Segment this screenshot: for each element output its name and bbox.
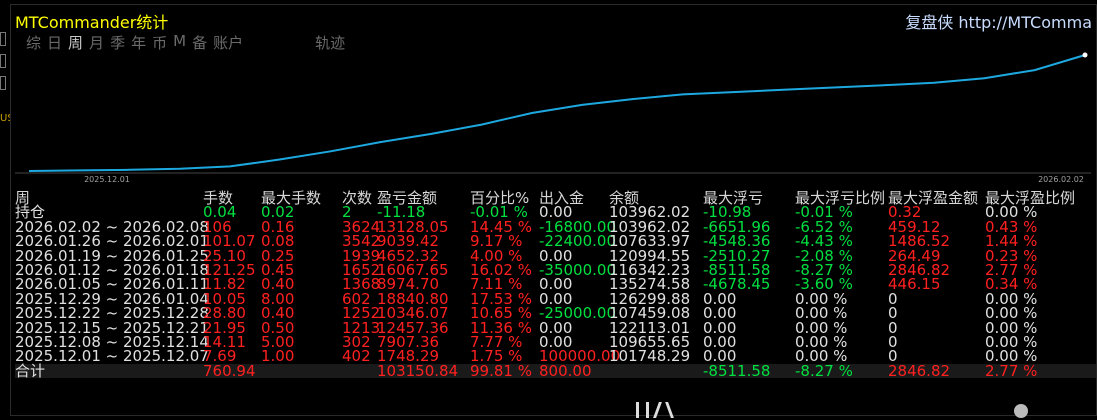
- left-edge-toolbar: [0, 30, 9, 110]
- cell-count: 402: [342, 347, 371, 366]
- stats-table: 周手数 最大手数 次数 盈亏金额 百分比% 出入金 余额 最大浮亏 最大浮亏比例 最大浮盈金额 最大…: [15, 190, 1096, 380]
- cell-max-fp-pct: 2.77 %: [985, 361, 1038, 380]
- cell-lots: 760.94: [203, 361, 256, 380]
- side-currency-label: USD: [0, 114, 21, 124]
- equity-series-line: [28, 54, 1086, 172]
- cell-max-dd-pct: -8.27 %: [795, 361, 853, 380]
- x-tick-label: 2026.02.02: [1038, 175, 1084, 183]
- x-tick-label: 2025.12.01: [84, 175, 130, 183]
- cell-max-fp: 2846.82: [888, 361, 951, 380]
- total-row[interactable]: 合计 760.94 103150.84 99.81 % 800.00 -8511.58 -8…: [15, 361, 1096, 380]
- cell-week: 合计: [15, 361, 46, 380]
- series-end-point: [1082, 52, 1088, 58]
- edge-checkbox-icon[interactable]: [0, 54, 6, 68]
- cell-deposit: 800.00: [539, 361, 592, 380]
- stats-window: MTCommander统计 复盘侠 http://MTComma 综日周月季年币…: [10, 4, 1097, 416]
- cell-pct: 99.81 %: [470, 361, 532, 380]
- bottom-scroll-marks: [630, 400, 690, 420]
- cell-max-dd: -8511.58: [703, 361, 771, 380]
- edge-checkbox-icon[interactable]: [0, 76, 6, 90]
- cell-max-lots: 1.00: [261, 347, 295, 366]
- window-title: MTCommander统计: [15, 13, 169, 32]
- cell-pnl: 103150.84: [377, 361, 459, 380]
- cell-balance: 101748.29: [609, 347, 691, 366]
- brand-link[interactable]: 复盘侠 http://MTComma: [905, 9, 1092, 33]
- equity-line-chart: 2025.12.01 2026.02.02: [15, 52, 1091, 183]
- status-indicator-icon[interactable]: [1014, 404, 1028, 418]
- edge-checkbox-icon[interactable]: [0, 32, 6, 46]
